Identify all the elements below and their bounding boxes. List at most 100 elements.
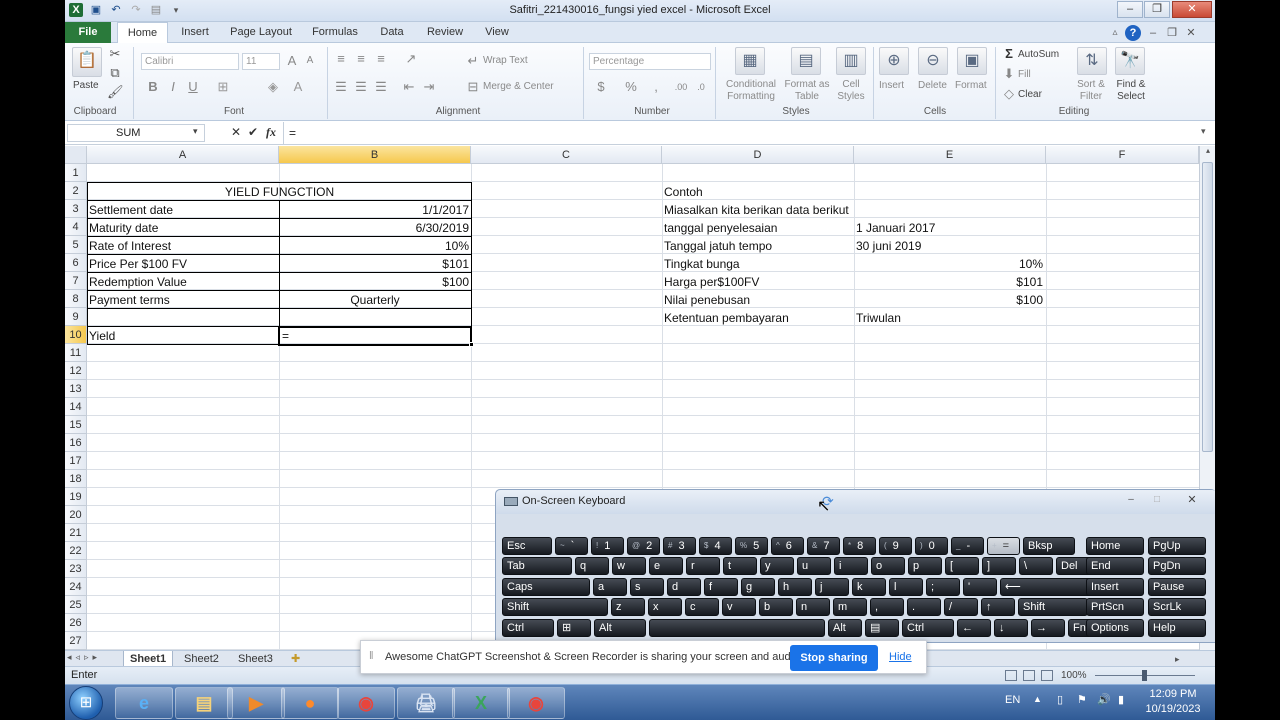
- cell-styles-icon[interactable]: ▥: [836, 47, 866, 75]
- tray-flag-icon[interactable]: ⚑: [1077, 693, 1087, 706]
- chrome-profile-icon[interactable]: ◉: [507, 687, 565, 719]
- cell-a8[interactable]: Payment terms: [89, 291, 277, 309]
- key-char[interactable]: n: [796, 598, 830, 616]
- format-as-table-button[interactable]: Format as Table: [781, 79, 833, 103]
- italic-icon[interactable]: I: [165, 79, 181, 95]
- page-break-view-icon[interactable]: [1041, 670, 1053, 681]
- find-select-icon[interactable]: 🔭: [1115, 47, 1145, 75]
- key-char[interactable]: k: [852, 578, 886, 596]
- name-box-dropdown-icon[interactable]: ▾: [193, 126, 198, 137]
- key-alt[interactable]: Alt: [594, 619, 646, 637]
- percent-button[interactable]: %: [623, 79, 639, 95]
- minimize-ribbon-icon[interactable]: ▵: [1107, 25, 1123, 41]
- key-char[interactable]: h: [778, 578, 812, 596]
- row-header-17[interactable]: 17: [65, 452, 87, 470]
- tab-insert[interactable]: Insert: [171, 22, 219, 43]
- row-header-12[interactable]: 12: [65, 362, 87, 380]
- cell-a4[interactable]: Maturity date: [89, 219, 277, 237]
- key-space[interactable]: [649, 619, 825, 637]
- key-char[interactable]: f: [704, 578, 738, 596]
- key-char[interactable]: w: [612, 557, 646, 575]
- fill-color-icon[interactable]: ◈: [265, 79, 281, 95]
- network-icon[interactable]: ▮: [1118, 693, 1124, 706]
- format-cells-icon[interactable]: ▣: [957, 47, 987, 75]
- help-icon[interactable]: ?: [1125, 25, 1141, 41]
- key-5[interactable]: % 5: [735, 537, 768, 555]
- column-header-b[interactable]: B: [279, 146, 471, 164]
- tray-device-icon[interactable]: ▯: [1057, 693, 1063, 706]
- row-header-1[interactable]: 1: [65, 164, 87, 182]
- key-char[interactable]: q: [575, 557, 609, 575]
- workbook-restore-icon[interactable]: ❐: [1164, 25, 1180, 41]
- clock-time[interactable]: 12:09 PM: [1135, 688, 1211, 700]
- row-header-6[interactable]: 6: [65, 254, 87, 272]
- tab-file[interactable]: File: [65, 22, 111, 43]
- language-indicator[interactable]: EN: [1005, 694, 1020, 706]
- cell-e8[interactable]: $100: [856, 291, 1043, 309]
- row-header-9[interactable]: 9: [65, 308, 87, 326]
- key-char[interactable]: c: [685, 598, 719, 616]
- insert-cells-button[interactable]: Insert: [879, 80, 904, 91]
- key-menu[interactable]: ▤: [865, 619, 899, 637]
- paste-button[interactable]: Paste: [73, 80, 99, 91]
- drag-handle-icon[interactable]: ‖: [369, 650, 374, 662]
- key-char[interactable]: i: [834, 557, 868, 575]
- key-char[interactable]: s: [630, 578, 664, 596]
- key-char[interactable]: .: [907, 598, 941, 616]
- key-end[interactable]: End: [1086, 557, 1144, 575]
- cell-b7[interactable]: $100: [281, 273, 469, 291]
- key-char[interactable]: e: [649, 557, 683, 575]
- key-9[interactable]: (9: [879, 537, 912, 555]
- zoom-level[interactable]: 100%: [1061, 667, 1087, 684]
- excel-icon[interactable]: X: [452, 687, 510, 719]
- key-3[interactable]: #3: [663, 537, 696, 555]
- merge-center-icon[interactable]: ⊟: [465, 79, 481, 95]
- key-alt[interactable]: Alt: [828, 619, 862, 637]
- column-header-c[interactable]: C: [471, 146, 662, 164]
- file-explorer-icon[interactable]: ▤: [175, 687, 233, 719]
- cell-d6[interactable]: Tingkat bunga: [664, 255, 852, 273]
- key-8[interactable]: * 8: [843, 537, 876, 555]
- row-header-27[interactable]: 27: [65, 632, 87, 650]
- delete-cells-icon[interactable]: ⊖: [918, 47, 948, 75]
- conditional-formatting-icon[interactable]: ▦: [735, 47, 765, 75]
- formula-input[interactable]: =: [289, 126, 296, 140]
- shrink-font-icon[interactable]: A: [302, 53, 318, 69]
- row-header-24[interactable]: 24: [65, 578, 87, 596]
- key-6[interactable]: ^ 6: [771, 537, 804, 555]
- wrap-text-icon[interactable]: ↵: [465, 53, 481, 69]
- align-bottom-icon[interactable]: ≡: [373, 51, 389, 67]
- chrome-icon[interactable]: ◉: [337, 687, 395, 719]
- cell-d5[interactable]: Tanggal jatuh tempo: [664, 237, 852, 255]
- row-header-26[interactable]: 26: [65, 614, 87, 632]
- column-header-a[interactable]: A: [87, 146, 279, 164]
- column-header-e[interactable]: E: [854, 146, 1046, 164]
- cell-a7[interactable]: Redemption Value: [89, 273, 277, 291]
- tab-home[interactable]: Home: [117, 22, 168, 44]
- key-char[interactable]: a: [593, 578, 627, 596]
- fill-handle[interactable]: [469, 342, 474, 347]
- decrease-decimal-icon[interactable]: .0: [693, 79, 709, 95]
- font-name-combo[interactable]: Calibri: [141, 53, 239, 70]
- key-char[interactable]: t: [723, 557, 757, 575]
- row-header-13[interactable]: 13: [65, 380, 87, 398]
- row-header-11[interactable]: 11: [65, 344, 87, 362]
- tab-formulas[interactable]: Formulas: [305, 22, 365, 43]
- key-char[interactable]: ;: [926, 578, 960, 596]
- row-header-8[interactable]: 8: [65, 290, 87, 308]
- vertical-scroll-thumb[interactable]: [1202, 162, 1213, 452]
- restore-icon[interactable]: ❐: [1144, 1, 1170, 18]
- tray-arrow-icon[interactable]: ▲: [1033, 694, 1042, 704]
- key-bksp[interactable]: Bksp: [1023, 537, 1075, 555]
- row-header-18[interactable]: 18: [65, 470, 87, 488]
- insert-sheet-icon[interactable]: ✚: [291, 651, 300, 667]
- row-header-7[interactable]: 7: [65, 272, 87, 290]
- volume-icon[interactable]: 🔊: [1097, 693, 1111, 706]
- borders-icon[interactable]: ⊞: [215, 79, 231, 95]
- key-shift[interactable]: Shift: [502, 598, 608, 616]
- column-header-d[interactable]: D: [662, 146, 854, 164]
- fill-button[interactable]: Fill: [1018, 69, 1031, 80]
- cell-styles-button[interactable]: Cell Styles: [831, 79, 871, 103]
- align-right-icon[interactable]: ☰: [373, 79, 389, 95]
- osk-minimize-icon[interactable]: –: [1120, 494, 1142, 508]
